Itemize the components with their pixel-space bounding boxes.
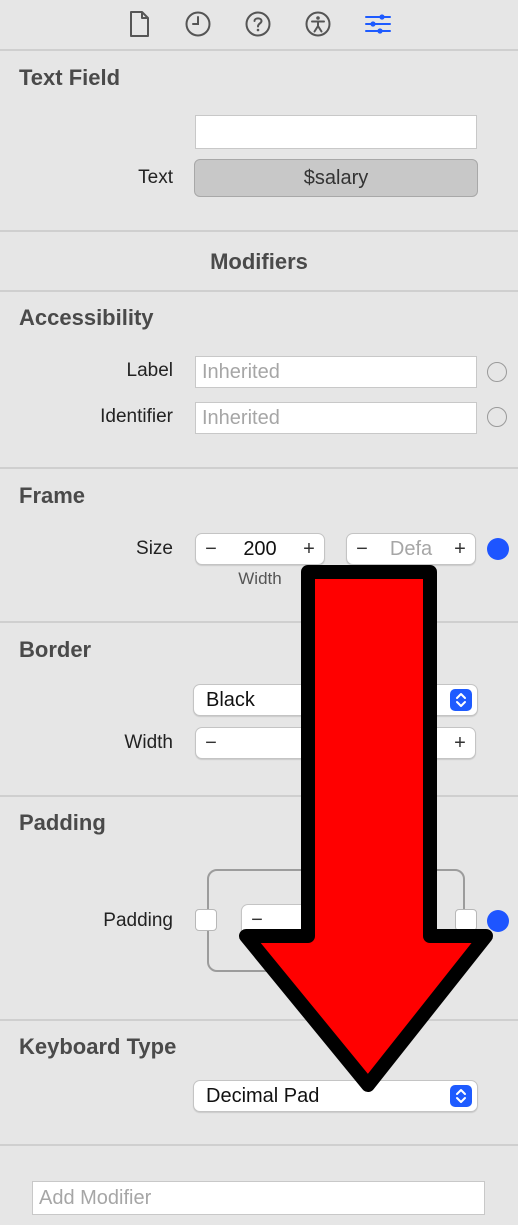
red-down-arrow-annotation (239, 565, 493, 1092)
